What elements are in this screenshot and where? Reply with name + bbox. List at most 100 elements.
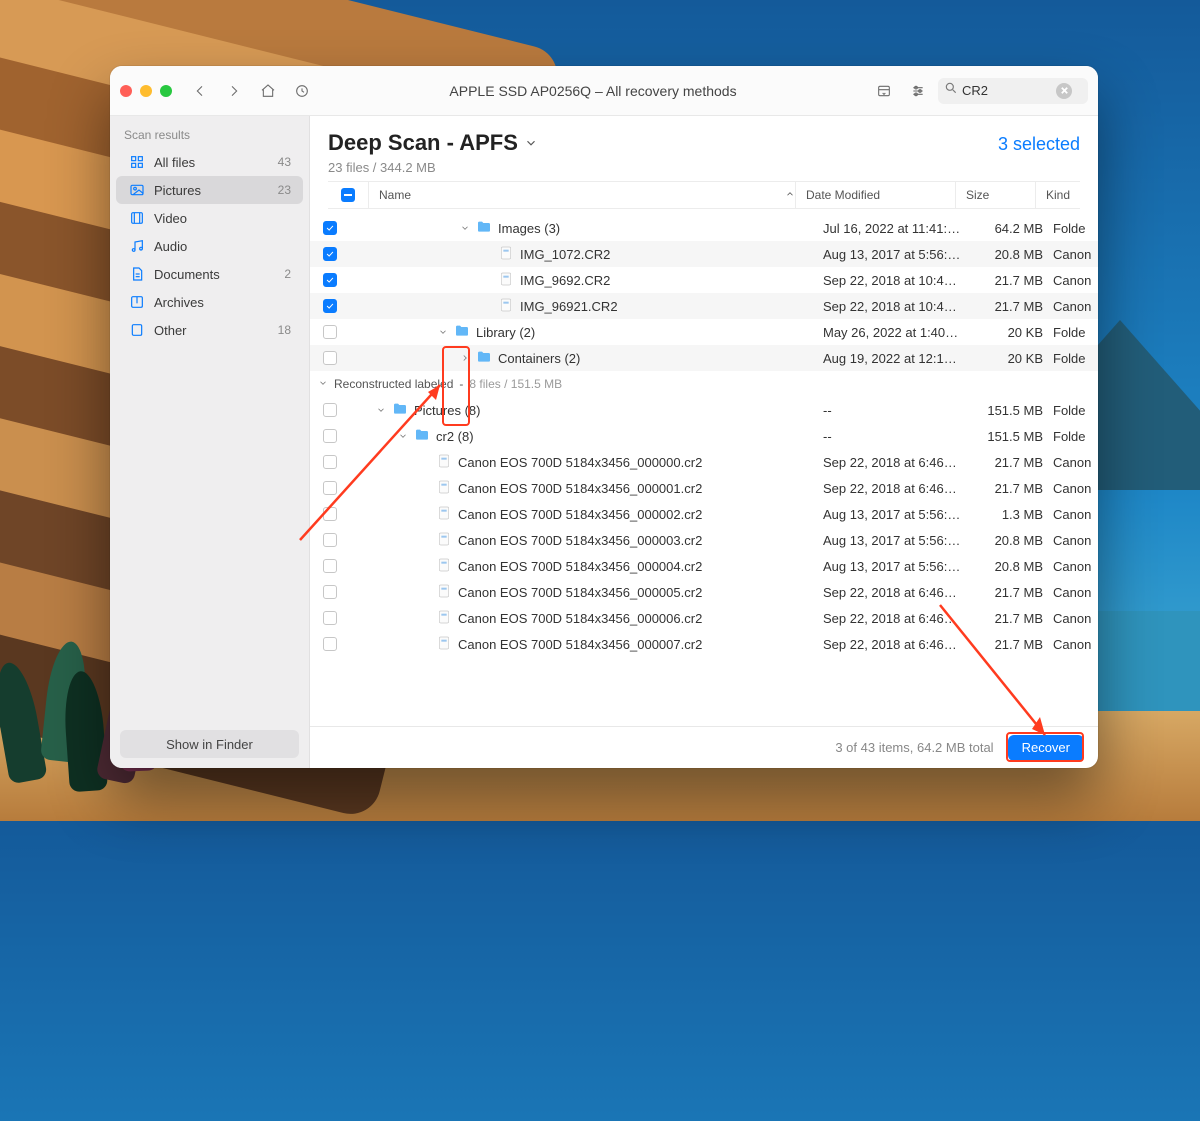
show-in-finder-button[interactable]: Show in Finder	[120, 730, 299, 758]
row-size: 21.7 MB	[973, 273, 1053, 288]
table-row[interactable]: Containers (2)Aug 19, 2022 at 12:1…20 KB…	[310, 345, 1098, 371]
row-name: IMG_1072.CR2	[520, 247, 610, 262]
group-header[interactable]: Reconstructed labeled - 8 files / 151.5 …	[310, 371, 1098, 397]
row-kind: Canon	[1053, 507, 1098, 522]
sidebar-item-archives[interactable]: Archives	[116, 288, 303, 316]
other-icon	[128, 321, 146, 339]
row-size: 21.7 MB	[973, 455, 1053, 470]
folder-icon	[454, 323, 470, 342]
sidebar-item-documents[interactable]: Documents2	[116, 260, 303, 288]
disclosure-down-icon[interactable]	[398, 431, 408, 441]
doc-icon	[128, 265, 146, 283]
table-row[interactable]: cr2 (8)--151.5 MBFolde	[310, 423, 1098, 449]
close-window-button[interactable]	[120, 85, 132, 97]
row-checkbox[interactable]	[323, 299, 337, 313]
table-row[interactable]: IMG_9692.CR2Sep 22, 2018 at 10:4…21.7 MB…	[310, 267, 1098, 293]
row-name: Images (3)	[498, 221, 560, 236]
sidebar-item-count: 18	[278, 323, 291, 337]
row-date: Aug 19, 2022 at 12:1…	[813, 351, 973, 366]
column-header: Name Date Modified Size Kind	[328, 181, 1080, 209]
row-kind: Canon	[1053, 559, 1098, 574]
disclosure-down-icon[interactable]	[460, 223, 470, 233]
row-size: 21.7 MB	[973, 611, 1053, 626]
rescan-button[interactable]	[288, 77, 316, 105]
row-size: 151.5 MB	[973, 429, 1053, 444]
folder-icon	[392, 401, 408, 420]
row-checkbox[interactable]	[323, 247, 337, 261]
recover-button[interactable]: Recover	[1008, 735, 1084, 761]
search-input[interactable]	[962, 83, 1052, 98]
table-row[interactable]: Canon EOS 700D 5184x3456_000004.cr2Aug 1…	[310, 553, 1098, 579]
row-checkbox[interactable]	[323, 351, 337, 365]
row-size: 20.8 MB	[973, 533, 1053, 548]
search-box[interactable]	[938, 78, 1088, 104]
row-name: Canon EOS 700D 5184x3456_000005.cr2	[458, 585, 702, 600]
column-kind[interactable]: Kind	[1035, 182, 1080, 208]
sidebar-item-other[interactable]: Other18	[116, 316, 303, 344]
sidebar-item-audio[interactable]: Audio	[116, 232, 303, 260]
table-row[interactable]: Library (2)May 26, 2022 at 1:40…20 KBFol…	[310, 319, 1098, 345]
table-row[interactable]: IMG_96921.CR2Sep 22, 2018 at 10:4…21.7 M…	[310, 293, 1098, 319]
row-checkbox[interactable]	[323, 325, 337, 339]
table-row[interactable]: IMG_1072.CR2Aug 13, 2017 at 5:56:…20.8 M…	[310, 241, 1098, 267]
clear-search-button[interactable]	[1056, 83, 1072, 99]
disclosure-down-icon[interactable]	[438, 327, 448, 337]
file-list[interactable]: Images (3)Jul 16, 2022 at 11:41:…64.2 MB…	[310, 215, 1098, 726]
table-row[interactable]: Canon EOS 700D 5184x3456_000000.cr2Sep 2…	[310, 449, 1098, 475]
select-all-checkbox[interactable]	[341, 188, 355, 202]
traffic-lights	[120, 85, 172, 97]
row-date: Sep 22, 2018 at 10:4…	[813, 299, 973, 314]
table-row[interactable]: Pictures (8)--151.5 MBFolde	[310, 397, 1098, 423]
row-checkbox[interactable]	[323, 585, 337, 599]
back-button[interactable]	[186, 77, 214, 105]
row-checkbox[interactable]	[323, 273, 337, 287]
table-row[interactable]: Canon EOS 700D 5184x3456_000006.cr2Sep 2…	[310, 605, 1098, 631]
sidebar-item-video[interactable]: Video	[116, 204, 303, 232]
table-row[interactable]: Canon EOS 700D 5184x3456_000003.cr2Aug 1…	[310, 527, 1098, 553]
row-size: 20.8 MB	[973, 247, 1053, 262]
scan-method-dropdown[interactable]	[524, 136, 538, 155]
zoom-window-button[interactable]	[160, 85, 172, 97]
column-name[interactable]: Name	[368, 182, 795, 208]
row-checkbox[interactable]	[323, 507, 337, 521]
view-options-button[interactable]	[870, 77, 898, 105]
minimize-window-button[interactable]	[140, 85, 152, 97]
home-button[interactable]	[254, 77, 282, 105]
sidebar-item-pictures[interactable]: Pictures23	[116, 176, 303, 204]
row-size: 20.8 MB	[973, 559, 1053, 574]
table-row[interactable]: Canon EOS 700D 5184x3456_000007.cr2Sep 2…	[310, 631, 1098, 657]
row-checkbox[interactable]	[323, 221, 337, 235]
app-window: APPLE SSD AP0256Q – All recovery methods…	[110, 66, 1098, 768]
row-checkbox[interactable]	[323, 637, 337, 651]
scan-method-title: Deep Scan - APFS	[328, 130, 518, 156]
table-row[interactable]: Images (3)Jul 16, 2022 at 11:41:…64.2 MB…	[310, 215, 1098, 241]
row-checkbox[interactable]	[323, 403, 337, 417]
row-kind: Folde	[1053, 221, 1098, 236]
filter-button[interactable]	[904, 77, 932, 105]
file-icon	[436, 479, 452, 498]
sidebar-item-label: All files	[154, 155, 195, 170]
row-name: Canon EOS 700D 5184x3456_000002.cr2	[458, 507, 702, 522]
column-size[interactable]: Size	[955, 182, 1035, 208]
table-row[interactable]: Canon EOS 700D 5184x3456_000002.cr2Aug 1…	[310, 501, 1098, 527]
table-row[interactable]: Canon EOS 700D 5184x3456_000001.cr2Sep 2…	[310, 475, 1098, 501]
row-checkbox[interactable]	[323, 429, 337, 443]
row-checkbox[interactable]	[323, 533, 337, 547]
sidebar-item-label: Documents	[154, 267, 220, 282]
column-date[interactable]: Date Modified	[795, 182, 955, 208]
row-name: IMG_9692.CR2	[520, 273, 610, 288]
sidebar-item-all-files[interactable]: All files43	[116, 148, 303, 176]
row-kind: Canon	[1053, 585, 1098, 600]
row-checkbox[interactable]	[323, 455, 337, 469]
row-checkbox[interactable]	[323, 611, 337, 625]
folder-icon	[414, 427, 430, 446]
footer: 3 of 43 items, 64.2 MB total Recover	[310, 726, 1098, 768]
disclosure-down-icon[interactable]	[376, 405, 386, 415]
row-checkbox[interactable]	[323, 481, 337, 495]
forward-button[interactable]	[220, 77, 248, 105]
table-row[interactable]: Canon EOS 700D 5184x3456_000005.cr2Sep 2…	[310, 579, 1098, 605]
row-size: 21.7 MB	[973, 637, 1053, 652]
disclosure-right-icon[interactable]	[460, 353, 470, 363]
row-checkbox[interactable]	[323, 559, 337, 573]
row-kind: Folde	[1053, 351, 1098, 366]
